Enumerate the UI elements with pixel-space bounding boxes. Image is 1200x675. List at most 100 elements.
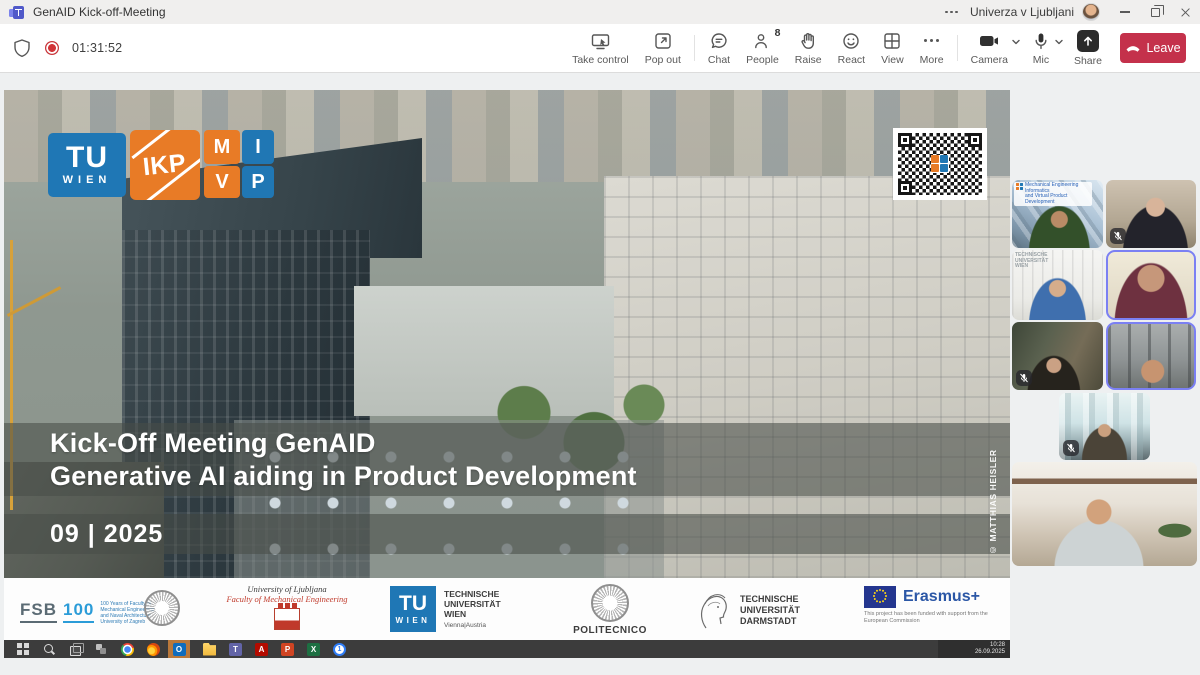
window-titlebar: GenAID Kick-off-Meeting Univerza v Ljubl… [0,0,1200,24]
chat-icon [709,31,729,51]
eu-flag-icon [864,586,896,608]
share-button[interactable]: Share [1066,24,1110,72]
restore-button[interactable] [1140,0,1170,24]
tu-darmstadt-logo: TECHNISCHE UNIVERSITÄT DARMSTADT [692,588,832,632]
restore-icon [1151,8,1160,17]
politecnico-seal [591,584,629,622]
acrobat-icon: A [255,643,268,656]
slide-footer-logos: FSB 100 100 Years of Faculty of Mechanic… [4,578,1010,640]
people-count-badge: 8 [775,27,781,39]
close-button[interactable] [1170,0,1200,24]
mic-chevron-icon[interactable] [1054,38,1064,46]
outlook-icon: O [173,643,186,656]
raise-hand-icon [798,31,818,51]
hangup-icon [1125,43,1141,53]
participant-video[interactable] [1106,180,1196,248]
powerpoint-icon: P [281,643,294,656]
slide-title-line1: Kick-Off Meeting GenAID [50,427,1010,460]
file-explorer-icon [203,643,216,656]
teams-taskbar-icon: T [229,643,242,656]
mic-muted-icon [1016,370,1032,386]
onepassword-icon: 1 [333,643,346,656]
people-icon [752,31,772,51]
window-title: GenAID Kick-off-Meeting [33,5,166,19]
shared-screen: TU WIEN IKP M I V P [4,90,1010,658]
pop-out-button[interactable]: Pop out [637,24,689,72]
pop-out-icon [653,31,673,51]
more-icon [924,31,939,51]
titlebar-more-icon[interactable] [933,11,970,14]
more-button[interactable]: More [912,24,952,72]
close-icon [1180,7,1191,18]
slide-title-band: Kick-Off Meeting GenAID Generative AI ai… [4,423,1010,496]
minimize-icon [1120,11,1130,12]
participant-overlay-logo: Mechanical Engineering Informatics and V… [1014,182,1092,206]
participant-video-speaking[interactable] [1106,250,1196,320]
teams-meeting-window: GenAID Kick-off-Meeting Univerza v Ljubl… [0,0,1200,675]
recording-indicator-icon[interactable] [45,41,59,55]
account-name[interactable]: Univerza v Ljubljani [970,5,1074,19]
people-button[interactable]: 8 People [738,24,787,72]
share-icon [1077,30,1099,52]
excel-icon: X [307,643,320,656]
task-view-icon [69,643,82,656]
qr-center-logo [931,155,949,173]
mivp-mini-icon [1016,183,1023,190]
participant-video-large[interactable] [1012,462,1197,566]
tu-wien-logo: TU WIEN [48,133,126,197]
university-ljubljana-logo: University of Ljubljana Faculty of Mecha… [222,584,352,630]
chrome-icon [121,643,134,656]
tu-wien-footer-logo: TU WIEN TECHNISCHE UNIVERSITÄT WIEN Vien… [390,586,522,632]
politecnico-logo: POLITECNICO [570,584,650,636]
react-icon [841,31,861,51]
ikp-logo: IKP [130,130,200,200]
slide-date: 09 | 2025 [50,520,163,549]
participant-video[interactable] [1012,322,1103,390]
shield-icon[interactable] [12,38,32,58]
account-avatar[interactable] [1082,3,1100,21]
slide-date-band: 09 | 2025 [4,514,1010,554]
photo-credit: © MATTHIAS HEISLER [988,425,1002,555]
firefox-icon [147,643,160,656]
participant-overlay-text: TECHNISCHE UNIVERSITÄT WIEN [1015,253,1061,270]
take-control-icon [590,31,611,51]
erasmus-logo: Erasmus+ This project has been funded wi… [864,586,1000,624]
react-button[interactable]: React [830,24,873,72]
camera-button[interactable]: Camera [963,24,1010,72]
teams-app-icon [9,5,24,20]
raise-hand-button[interactable]: Raise [787,24,830,72]
slide-title-line2: Generative AI aiding in Product Developm… [50,460,1010,493]
outlook-active-cell: O [168,640,190,658]
camera-icon [978,31,1000,51]
taskbar-time: 10:28 [938,642,1005,649]
shared-windows-taskbar: O T A P X 1 10:28 26.09.2025 [4,640,1010,658]
participant-video[interactable]: Mechanical Engineering Informatics and V… [1012,180,1103,248]
zagreb-seal-logo [144,590,180,626]
participant-video-speaking[interactable] [1106,322,1196,390]
minimize-button[interactable] [1110,0,1140,24]
toolbar-divider [957,35,958,61]
meeting-stage: TU WIEN IKP M I V P [0,73,1200,675]
toolbar-divider [694,35,695,61]
athena-head-icon [692,588,732,632]
chat-button[interactable]: Chat [700,24,738,72]
take-control-button[interactable]: Take control [564,24,637,72]
mivp-logo: M I V P [204,130,276,200]
mic-muted-icon [1063,440,1079,456]
mic-icon [1031,31,1051,51]
view-icon [882,31,902,51]
view-button[interactable]: View [873,24,912,72]
meeting-timer: 01:31:52 [72,41,122,55]
fsb-logo: FSB 100 100 Years of Faculty of Mechanic… [20,600,162,625]
camera-chevron-icon[interactable] [1011,38,1021,46]
taskbar-clock: 10:28 26.09.2025 [938,640,1010,658]
leave-button[interactable]: Leave [1120,33,1186,63]
ljubljana-building-icon [274,608,300,630]
mic-button[interactable]: Mic [1023,24,1053,72]
search-icon [43,643,56,656]
participant-video[interactable]: TECHNISCHE UNIVERSITÄT WIEN [1012,250,1103,320]
meeting-toolbar: 01:31:52 Take control Pop out Chat 8 [0,24,1200,73]
qr-code [893,128,987,200]
taskbar-date: 26.09.2025 [938,649,1005,656]
participant-video[interactable] [1059,393,1150,460]
